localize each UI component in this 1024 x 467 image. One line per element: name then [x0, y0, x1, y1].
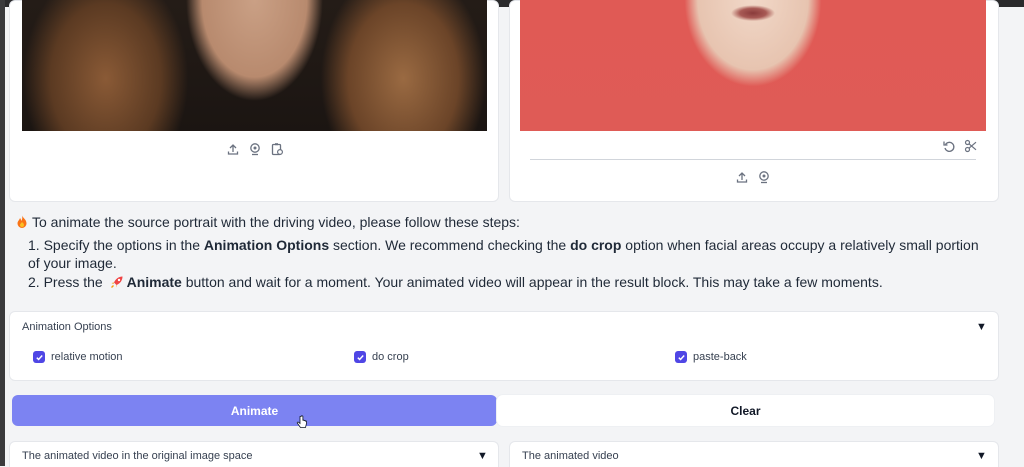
instruction-step-1: 1. Specify the options in the Animation …: [28, 236, 991, 273]
instructions-intro: To animate the source portrait with the …: [16, 213, 991, 232]
do-crop-label: do crop: [372, 351, 409, 363]
fire-icon: [16, 215, 28, 229]
checkbox-checked-icon[interactable]: [354, 351, 366, 363]
step2-text-c: button and wait for a moment. Your anima…: [181, 273, 883, 290]
clear-button[interactable]: Clear: [497, 395, 994, 426]
webcam-icon[interactable]: [248, 142, 262, 156]
result-animated-video-accordion: The animated video ▼: [509, 441, 999, 467]
step1-text-a: 1. Specify the options in the: [28, 236, 204, 253]
animation-options-accordion: Animation Options ▼ relative motion do c…: [9, 311, 999, 381]
checkbox-checked-icon[interactable]: [675, 351, 687, 363]
webcam-icon[interactable]: [757, 170, 771, 184]
step1-bold-do-crop: do crop: [570, 236, 622, 253]
clipboard-icon[interactable]: [270, 142, 284, 156]
source-portrait-image[interactable]: [22, 0, 487, 131]
relative-motion-label: relative motion: [51, 351, 123, 363]
step1-text-c: section. We recommend checking the: [329, 236, 571, 253]
driving-video-edit-toolbar: [942, 139, 978, 153]
step2-bold-animate: Animate: [126, 273, 182, 290]
result-original-space-accordion: The animated video in the original image…: [9, 441, 499, 467]
checkbox-checked-icon[interactable]: [33, 351, 45, 363]
source-image-toolbar: [226, 142, 284, 156]
upload-icon[interactable]: [226, 142, 240, 156]
instructions-block: To animate the source portrait with the …: [16, 213, 991, 291]
driving-video-preview[interactable]: [520, 0, 986, 131]
rocket-icon: [110, 275, 124, 289]
result-animated-video-title[interactable]: The animated video: [522, 450, 619, 462]
window-left-edge: [0, 0, 5, 466]
scissors-icon[interactable]: [964, 139, 978, 153]
step2-text-a: 2. Press the: [28, 273, 107, 290]
hand-cursor-icon: [296, 415, 308, 429]
do-crop-checkbox[interactable]: do crop: [354, 351, 409, 363]
instruction-step-2: 2. Press the Animate button and wait for…: [28, 273, 991, 292]
collapse-caret-icon[interactable]: ▼: [976, 321, 987, 333]
paste-back-label: paste-back: [693, 351, 747, 363]
relative-motion-checkbox[interactable]: relative motion: [33, 351, 123, 363]
collapse-caret-icon[interactable]: ▼: [976, 450, 987, 462]
step1-bold-animation-options: Animation Options: [203, 236, 330, 253]
collapse-caret-icon[interactable]: ▼: [477, 450, 488, 462]
driving-video-toolbar: [735, 170, 771, 184]
animation-options-title[interactable]: Animation Options: [22, 321, 112, 333]
paste-back-checkbox[interactable]: paste-back: [675, 351, 747, 363]
upload-icon[interactable]: [735, 170, 749, 184]
result-original-space-title[interactable]: The animated video in the original image…: [22, 450, 253, 462]
animate-button[interactable]: Animate: [12, 395, 497, 426]
undo-icon[interactable]: [942, 139, 956, 153]
video-timeline-divider: [530, 159, 976, 160]
intro-text: To animate the source portrait with the …: [32, 214, 520, 230]
